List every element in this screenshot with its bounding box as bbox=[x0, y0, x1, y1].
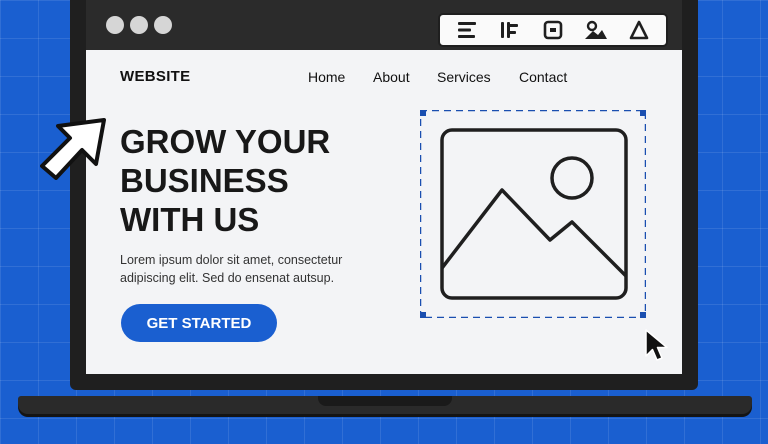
window-dot-3[interactable] bbox=[154, 16, 172, 34]
triangle-icon bbox=[629, 20, 648, 40]
hero-title-line: WITH US bbox=[120, 201, 260, 238]
pointer-cursor-icon bbox=[40, 118, 106, 180]
window-dot-1[interactable] bbox=[106, 16, 124, 34]
align-center-icon bbox=[501, 22, 519, 38]
image-button[interactable] bbox=[582, 16, 610, 44]
get-started-button[interactable]: GET STARTED bbox=[121, 304, 277, 342]
nav-link-home[interactable]: Home bbox=[308, 69, 345, 85]
image-placeholder-icon bbox=[440, 128, 628, 300]
window-dot-2[interactable] bbox=[130, 16, 148, 34]
hero-title-line: GROW YOUR bbox=[120, 123, 331, 160]
site-nav: WEBSITE Home About Services Contact bbox=[86, 50, 682, 102]
site-brand[interactable]: WEBSITE bbox=[120, 68, 190, 85]
laptop-screen: WEBSITE Home About Services Contact GROW… bbox=[86, 0, 682, 374]
hero-title: GROW YOUR BUSINESS WITH US bbox=[120, 122, 380, 239]
mouse-cursor-icon bbox=[645, 329, 668, 361]
nav-link-about[interactable]: About bbox=[373, 69, 410, 85]
hero-description: Lorem ipsum dolor sit amet, consectetur … bbox=[120, 251, 370, 287]
align-left-icon bbox=[458, 22, 477, 38]
resize-handle-bottom-right[interactable] bbox=[640, 312, 646, 318]
resize-handle-top-right[interactable] bbox=[640, 110, 646, 116]
laptop-base bbox=[18, 396, 752, 414]
editor-toolbar bbox=[438, 13, 668, 47]
image-icon bbox=[584, 20, 607, 39]
hero-description-line: Lorem ipsum dolor sit amet, consectetur bbox=[120, 253, 343, 267]
window-titlebar bbox=[86, 0, 682, 50]
triangle-button[interactable] bbox=[625, 16, 653, 44]
box-button[interactable] bbox=[539, 16, 567, 44]
resize-handle-top-left[interactable] bbox=[420, 110, 426, 116]
hero-description-line: adipiscing elit. Sed do ensenat autsup. bbox=[120, 271, 335, 285]
laptop-notch bbox=[318, 396, 452, 406]
align-center-button[interactable] bbox=[496, 16, 524, 44]
nav-link-services[interactable]: Services bbox=[437, 69, 491, 85]
hero-title-line: BUSINESS bbox=[120, 162, 289, 199]
box-icon bbox=[543, 20, 563, 40]
selected-image-placeholder[interactable] bbox=[420, 110, 646, 318]
resize-handle-bottom-left[interactable] bbox=[420, 312, 426, 318]
nav-link-contact[interactable]: Contact bbox=[519, 69, 567, 85]
align-left-button[interactable] bbox=[453, 16, 481, 44]
